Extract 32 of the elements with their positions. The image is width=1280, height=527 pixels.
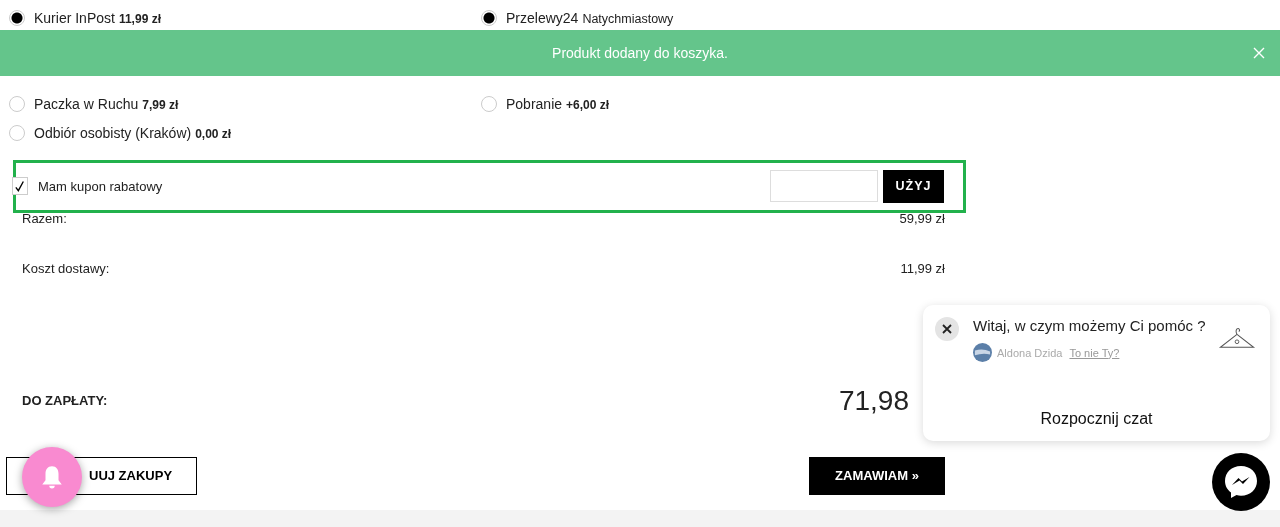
- agent-name: Aldona Dzida: [997, 346, 1063, 359]
- summary-value: 59,99 zł: [899, 210, 945, 228]
- radio-button[interactable]: [9, 10, 25, 27]
- apply-button[interactable]: UŻYJ: [883, 169, 944, 203]
- total-label: DO ZAPŁATY:: [22, 393, 108, 409]
- coupon-label: Mam kupon rabatowy: [38, 178, 164, 194]
- notification-message: Produkt dodany do koszyka.: [552, 45, 728, 61]
- order-button[interactable]: ZAMAWIAM »: [809, 456, 945, 495]
- checkmark-icon: [15, 179, 25, 193]
- bell-icon: [39, 464, 65, 490]
- notification-bell-button[interactable]: [22, 447, 82, 507]
- hanger-icon: [1218, 327, 1256, 351]
- radio-button[interactable]: [481, 96, 497, 113]
- option-label: Przelewy24 Natychmiastowy: [506, 10, 674, 27]
- option-label: Pobranie +6,00 zł: [506, 96, 610, 113]
- messenger-button[interactable]: [1212, 453, 1270, 511]
- avatar-icon: [973, 343, 992, 362]
- option-label: Odbiór osobisty (Kraków) 0,00 zł: [34, 124, 232, 141]
- radio-button[interactable]: [9, 124, 25, 141]
- summary-label: Koszt dostawy:: [22, 260, 110, 278]
- checkbox[interactable]: [12, 177, 28, 196]
- radio-button[interactable]: [481, 10, 497, 27]
- summary-value: 11,99 zł: [900, 260, 945, 278]
- total-value: 71,98: [838, 384, 909, 417]
- summary-label: Razem:: [22, 210, 67, 228]
- radio-button[interactable]: [9, 96, 25, 113]
- chat-greeting: Witaj, w czym możemy Ci pomóc ?: [973, 317, 1207, 335]
- option-label: Kurier InPost 11,99 zł: [34, 10, 161, 27]
- start-chat-button[interactable]: Rozpocznij czat: [1026, 409, 1167, 429]
- close-icon[interactable]: [935, 317, 959, 341]
- coupon-field[interactable]: [770, 170, 878, 203]
- option-label: Paczka w Ruchu 7,99 zł: [34, 96, 179, 113]
